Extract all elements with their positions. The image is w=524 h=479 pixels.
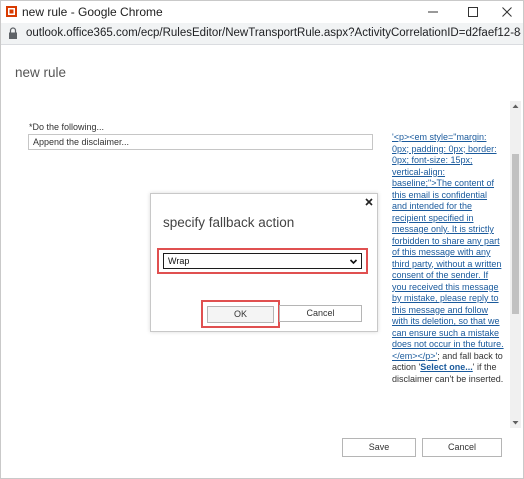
scroll-down-arrow-icon[interactable] xyxy=(510,417,521,428)
scrollbar-thumb[interactable] xyxy=(512,154,519,314)
select-one-link[interactable]: Select one... xyxy=(420,362,473,372)
url-text[interactable]: outlook.office365.com/ecp/RulesEditor/Ne… xyxy=(26,27,521,39)
close-window-button[interactable] xyxy=(487,1,523,23)
maximize-icon xyxy=(468,7,478,17)
minimize-icon xyxy=(428,11,438,13)
fallback-action-select[interactable]: Wrap xyxy=(163,253,362,269)
fallback-select-highlight: Wrap xyxy=(157,248,368,274)
dialog-cancel-button[interactable]: Cancel xyxy=(279,305,362,322)
page-title: new rule xyxy=(15,65,67,80)
save-button[interactable]: Save xyxy=(342,438,416,457)
minimize-button[interactable] xyxy=(413,1,453,23)
ok-button[interactable]: OK xyxy=(207,306,274,323)
browser-window: new rule - Google Chrome outlook.office3… xyxy=(0,0,524,479)
scroll-up-arrow-icon[interactable] xyxy=(510,101,521,112)
action-select[interactable]: Append the disclaimer... xyxy=(28,134,373,150)
lock-icon xyxy=(9,27,17,39)
action-label: *Do the following... xyxy=(29,122,105,132)
rule-description: '<p><em style="margin: 0px; padding: 0px… xyxy=(392,132,504,385)
chevron-down-icon xyxy=(349,259,358,265)
disclaimer-text-link[interactable]: '<p><em style="margin: 0px; padding: 0px… xyxy=(392,132,504,361)
vertical-scrollbar[interactable] xyxy=(510,101,521,428)
address-bar[interactable]: outlook.office365.com/ecp/RulesEditor/Ne… xyxy=(1,23,523,45)
office-favicon-icon xyxy=(6,6,17,17)
fallback-action-dialog: specify fallback action Wrap OK Cancel xyxy=(150,193,378,332)
window-title: new rule - Google Chrome xyxy=(22,5,163,19)
close-icon xyxy=(502,7,512,17)
title-bar: new rule - Google Chrome xyxy=(1,1,523,23)
ok-button-highlight: OK xyxy=(201,300,280,328)
dialog-title: specify fallback action xyxy=(163,215,295,230)
cancel-button[interactable]: Cancel xyxy=(422,438,502,457)
dialog-close-icon[interactable] xyxy=(364,197,374,207)
fallback-selected-value: Wrap xyxy=(168,256,190,266)
